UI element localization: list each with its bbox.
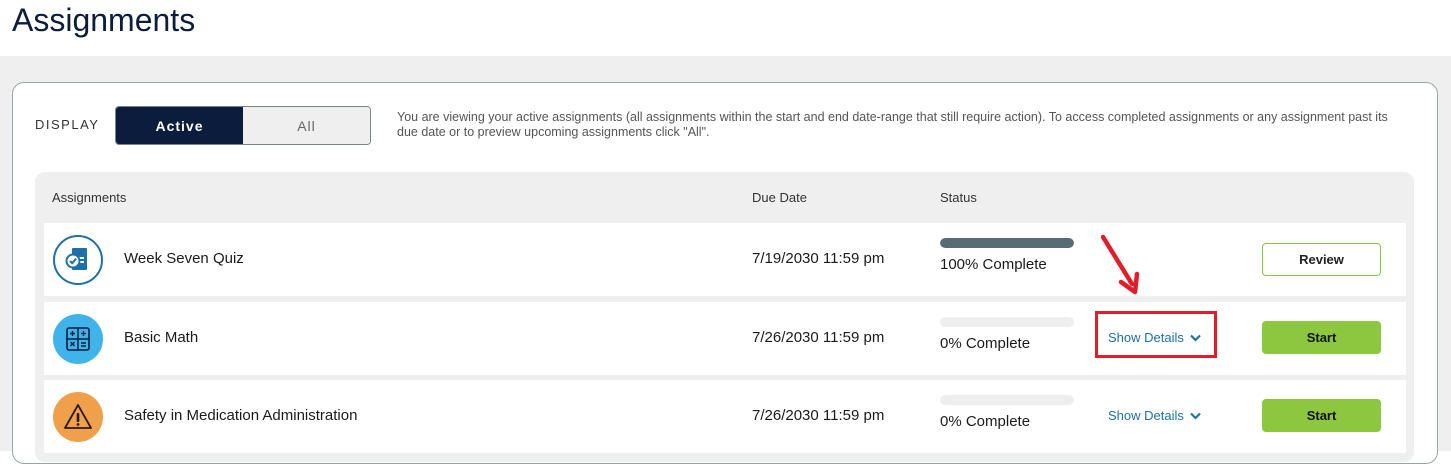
chevron-down-icon (1190, 412, 1201, 420)
header-assignments: Assignments (52, 190, 127, 205)
status-text: 0% Complete (940, 335, 1031, 352)
assignment-title[interactable]: Basic Math (124, 329, 198, 346)
table-row: Week Seven Quiz 7/19/2030 11:59 pm 100% … (44, 223, 1406, 296)
due-date: 7/19/2030 11:59 pm (752, 250, 885, 267)
assignment-title[interactable]: Week Seven Quiz (124, 250, 244, 267)
due-date: 7/26/2030 11:59 pm (752, 329, 885, 346)
progress-bar (940, 395, 1074, 405)
display-toggle: Active All (115, 106, 371, 145)
progress-fill (940, 238, 1074, 248)
display-label: DISPLAY (35, 117, 100, 132)
table-row: Safety in Medication Administration 7/26… (44, 380, 1406, 453)
annotation-arrow-icon (1100, 234, 1140, 295)
header-due-date: Due Date (752, 190, 807, 205)
page-title: Assignments (12, 2, 196, 38)
all-filter-button[interactable]: All (243, 107, 370, 144)
annotation-highlight-box (1095, 311, 1217, 358)
status-text: 0% Complete (940, 413, 1031, 430)
quiz-document-icon (53, 235, 103, 285)
progress-bar (940, 317, 1074, 327)
show-details-label: Show Details (1108, 408, 1184, 423)
start-button[interactable]: Start (1262, 321, 1381, 354)
assignment-title[interactable]: Safety in Medication Administration (124, 407, 357, 424)
active-filter-button[interactable]: Active (116, 107, 243, 144)
header-status: Status (940, 190, 977, 205)
calculator-icon (53, 314, 103, 364)
progress-bar (940, 238, 1074, 248)
warning-icon (53, 392, 103, 442)
show-details-link[interactable]: Show Details (1108, 408, 1201, 423)
due-date: 7/26/2030 11:59 pm (752, 407, 885, 424)
review-button[interactable]: Review (1262, 243, 1381, 276)
display-info-text: You are viewing your active assignments … (397, 110, 1388, 139)
start-button[interactable]: Start (1262, 399, 1381, 432)
status-text: 100% Complete (940, 256, 1047, 273)
